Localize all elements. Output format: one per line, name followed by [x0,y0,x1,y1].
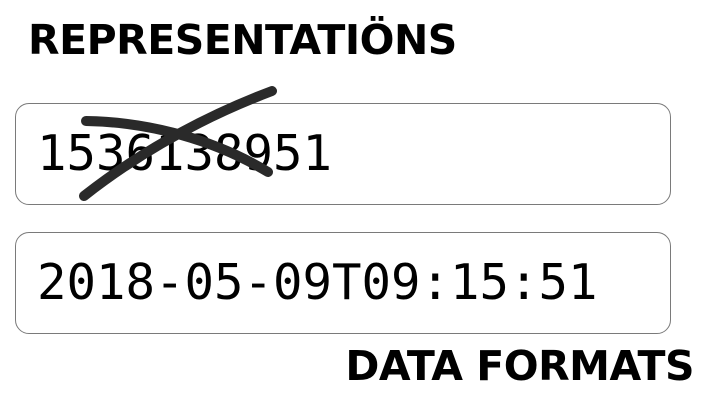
unix-timestamp-value: 1536138951 [37,125,333,182]
unix-timestamp-field: 1536138951 [15,103,671,205]
iso-datetime-field: 2018-05-09T09:15:51 [15,232,671,334]
page-title: REPRESENTATIÖNS [28,16,457,64]
footer-label: DATA FORMATS [345,342,694,390]
iso-datetime-value: 2018-05-09T09:15:51 [37,254,598,311]
